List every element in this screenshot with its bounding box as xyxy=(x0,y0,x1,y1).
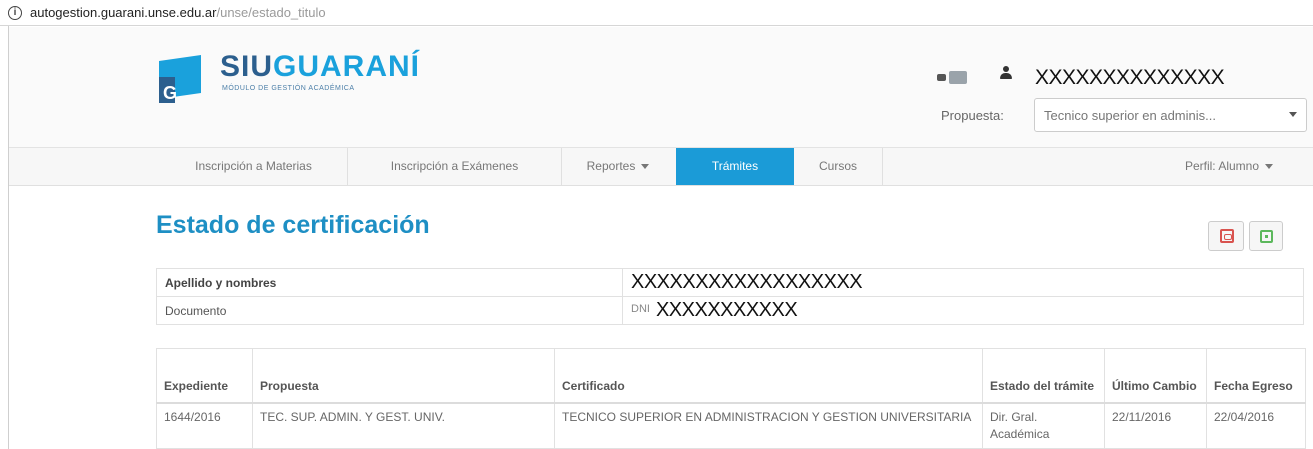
propuesta-select[interactable]: Tecnico superior en adminis... xyxy=(1034,98,1307,132)
table-header-row: Expediente Propuesta Certificado Estado … xyxy=(156,348,1306,404)
nav-tramites[interactable]: Trámites xyxy=(676,148,794,185)
url-domain: autogestion.guarani.unse.edu.ar xyxy=(30,5,217,20)
cell-propuesta: TEC. SUP. ADMIN. Y GEST. UNIV. xyxy=(252,402,555,449)
logo-guarani: GUARANÍ xyxy=(273,50,421,83)
excel-icon xyxy=(1260,230,1273,243)
info-icon[interactable]: i xyxy=(8,5,22,20)
name-value: XXXXXXXXXXXXXXXXXX xyxy=(622,268,1304,297)
nav-inscripcion-materias[interactable]: Inscripción a Materias xyxy=(160,148,348,185)
chevron-down-icon xyxy=(1265,164,1274,170)
nav-reportes[interactable]: Reportes xyxy=(562,148,674,185)
certificates-table: Expediente Propuesta Certificado Estado … xyxy=(156,348,1306,449)
cell-estado: Dir. Gral. Académica xyxy=(982,402,1105,449)
perfil-dropdown[interactable]: Perfil: Alumno xyxy=(1159,148,1299,185)
cell-expediente: 1644/2016 xyxy=(156,402,253,449)
export-excel-button[interactable] xyxy=(1249,221,1283,251)
doc-label: Documento xyxy=(156,296,623,325)
cell-ultimo-cambio: 22/11/2016 xyxy=(1104,402,1207,449)
name-label: Apellido y nombres xyxy=(156,268,623,297)
pdf-icon xyxy=(1220,229,1234,243)
table-row: 1644/2016 TEC. SUP. ADMIN. Y GEST. UNIV.… xyxy=(156,402,1306,449)
nav-inscripcion-examenes[interactable]: Inscripción a Exámenes xyxy=(348,148,562,185)
doc-value: DNI XXXXXXXXXXX xyxy=(622,296,1304,325)
svg-text:G: G xyxy=(163,83,177,103)
propuesta-label: Propuesta: xyxy=(941,108,1004,123)
col-ultimo-cambio: Último Cambio xyxy=(1104,348,1207,404)
propuesta-value: Tecnico superior en adminis... xyxy=(1044,108,1216,123)
col-fecha-egreso: Fecha Egreso xyxy=(1206,348,1306,404)
siu-logo-icon[interactable]: G xyxy=(155,55,205,103)
chevron-down-icon xyxy=(1289,112,1297,117)
export-pdf-button[interactable] xyxy=(1208,221,1244,251)
address-bar[interactable]: i autogestion.guarani.unse.edu.ar/unse/e… xyxy=(0,0,1313,26)
person-table: Apellido y nombres XXXXXXXXXXXXXXXXXX Do… xyxy=(156,268,1304,325)
logo-title[interactable]: SIUGUARANÍ xyxy=(220,50,420,84)
messages-icon[interactable] xyxy=(937,71,967,85)
user-icon xyxy=(1000,66,1012,80)
logo-siu: SIU xyxy=(220,50,274,83)
logo-subtitle: MÓDULO DE GESTIÓN ACADÉMICA xyxy=(222,85,355,92)
cell-certificado: TECNICO SUPERIOR EN ADMINISTRACION Y GES… xyxy=(554,402,983,449)
chevron-down-icon xyxy=(641,164,650,170)
url-path: /unse/estado_titulo xyxy=(216,5,326,20)
col-certificado: Certificado xyxy=(554,348,983,404)
table-row: Apellido y nombres XXXXXXXXXXXXXXXXXX xyxy=(156,268,1304,297)
page-title: Estado de certificación xyxy=(156,211,430,239)
username[interactable]: XXXXXXXXXXXXXX xyxy=(1035,66,1225,90)
nav-cursos[interactable]: Cursos xyxy=(794,148,883,185)
col-propuesta: Propuesta xyxy=(252,348,555,404)
table-row: Documento DNI XXXXXXXXXXX xyxy=(156,296,1304,325)
cell-fecha-egreso: 22/04/2016 xyxy=(1206,402,1306,449)
main-nav: Inscripción a Materias Inscripción a Exá… xyxy=(9,147,1313,186)
col-estado: Estado del trámite xyxy=(982,348,1105,404)
col-expediente: Expediente xyxy=(156,348,253,404)
